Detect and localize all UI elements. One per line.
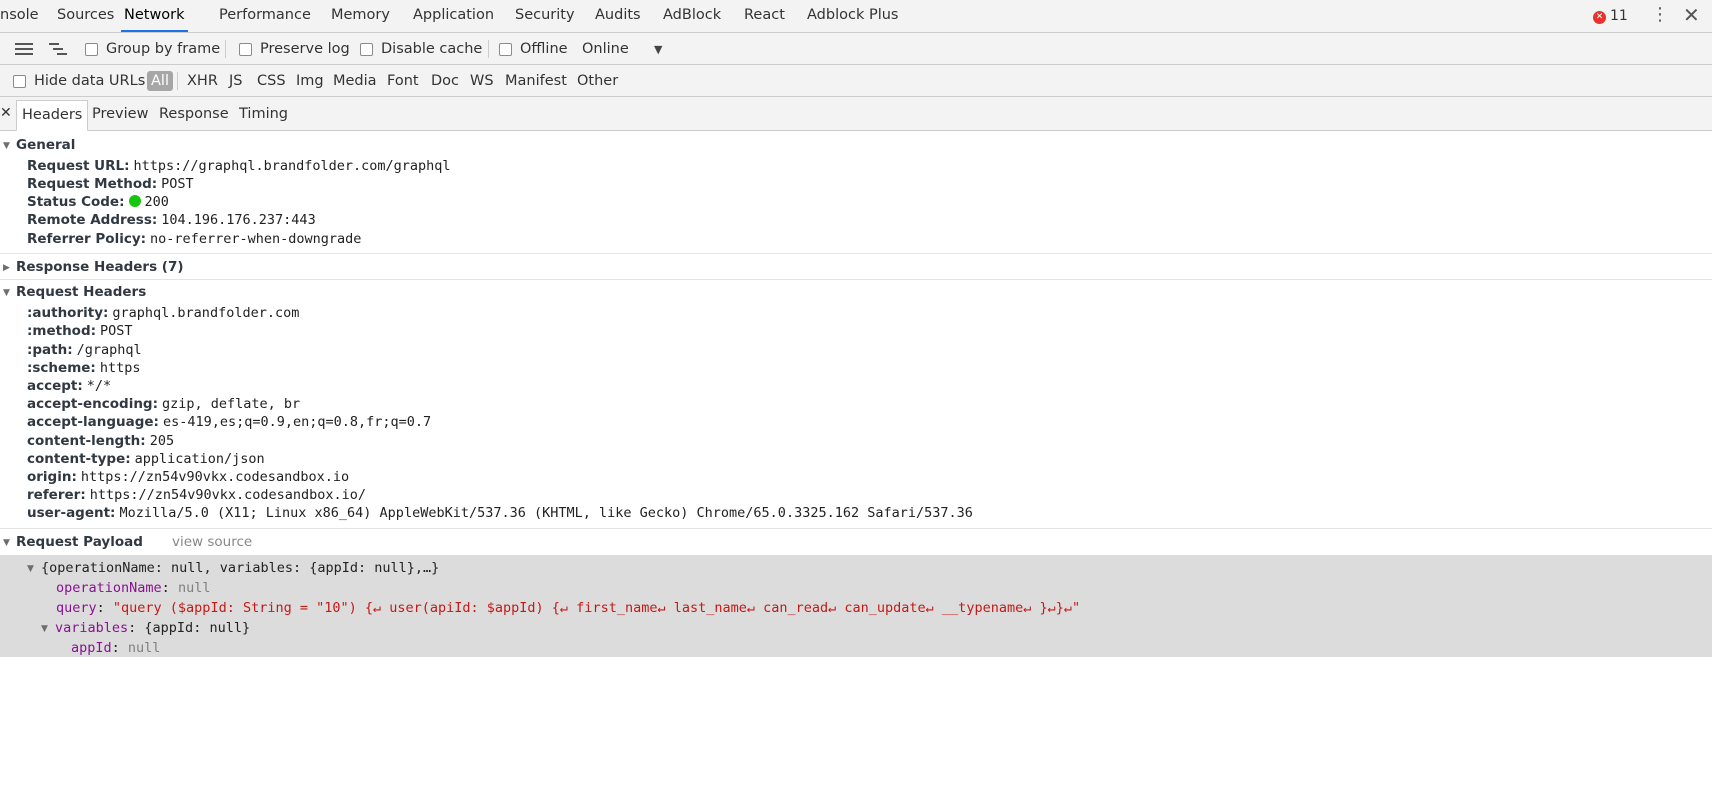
payload-variables-node[interactable]: ▼ variables: {appId: null} [41, 619, 250, 637]
offline-checkbox[interactable]: Offline [499, 33, 568, 65]
triangle-down-icon: ▼ [3, 538, 10, 548]
header-row: Remote Address: 104.196.176.237:443 [27, 212, 316, 228]
tab-preview[interactable]: Preview [92, 97, 148, 131]
request-headers-section-header[interactable]: ▼ Request Headers [0, 282, 146, 302]
overview-toggle[interactable] [49, 33, 67, 65]
tab-adblock-plus[interactable]: Adblock Plus [807, 0, 898, 32]
header-row: :path:/graphql [27, 342, 142, 358]
tab-headers[interactable]: Headers [16, 100, 89, 131]
tab-security[interactable]: Security [515, 0, 575, 32]
hide-data-urls-checkbox[interactable]: Hide data URLs [13, 65, 145, 97]
chevron-down-icon: ▼ [654, 42, 663, 56]
filter-divider [177, 72, 178, 90]
preserve-log-checkbox[interactable]: Preserve log [239, 33, 350, 65]
filter-img[interactable]: Img [296, 65, 324, 97]
filter-ws[interactable]: WS [470, 65, 494, 97]
throttling-dropdown-arrow[interactable]: ▼ [654, 33, 662, 65]
group-by-frame-checkbox[interactable]: Group by frame [85, 33, 220, 65]
large-rows-toggle[interactable] [15, 33, 33, 65]
filter-font[interactable]: Font [387, 65, 419, 97]
tab-performance[interactable]: Performance [219, 0, 311, 32]
checkbox-icon [85, 42, 98, 56]
tab-timing[interactable]: Timing [239, 97, 288, 131]
tab-console[interactable]: nsole [0, 0, 39, 32]
tab-response[interactable]: Response [159, 97, 229, 131]
filter-other[interactable]: Other [577, 65, 618, 97]
toolbar-divider [488, 40, 489, 58]
filter-css[interactable]: CSS [257, 65, 286, 97]
tab-adblock[interactable]: AdBlock [663, 0, 721, 32]
tab-memory[interactable]: Memory [331, 0, 390, 32]
tab-audits[interactable]: Audits [595, 0, 641, 32]
disable-cache-checkbox[interactable]: Disable cache [360, 33, 482, 65]
header-row: user-agent: Mozilla/5.0 (X11; Linux x86_6… [27, 505, 973, 521]
header-row: accept-language: es-419,es;q=0.9,en;q=0.8… [27, 414, 432, 430]
triangle-down-icon: ▼ [3, 288, 10, 298]
section-divider [0, 528, 1712, 529]
payload-property: appId: null [71, 640, 161, 656]
view-source-link[interactable]: view source [172, 532, 252, 552]
header-row: content-type: application/json [27, 451, 265, 467]
filter-js[interactable]: JS [229, 65, 242, 97]
status-ok-icon [128, 195, 141, 207]
checkbox-icon [13, 74, 26, 88]
tab-react[interactable]: React [744, 0, 785, 32]
waterfall-icon [49, 42, 67, 56]
header-row: :method: POST [27, 323, 133, 339]
payload-root-node[interactable]: ▼ {operationName: null, variables: {appId… [27, 559, 439, 577]
close-devtools-icon[interactable]: ✕ [1683, 3, 1700, 27]
triangle-down-icon: ▼ [27, 564, 34, 574]
header-row: Request URL: https://graphql.brandfolder.… [27, 158, 451, 174]
checkbox-icon [239, 42, 252, 56]
section-divider [0, 253, 1712, 254]
header-row: Referrer Policy: no-referrer-when-downgra… [27, 231, 362, 247]
header-row: origin: https://zn54v90vkx.codesandbox.io [27, 469, 350, 485]
triangle-down-icon: ▼ [3, 141, 10, 151]
error-count-badge[interactable]: ✕ 11 [1593, 7, 1628, 25]
header-row: :scheme: https [27, 360, 141, 376]
list-view-icon [15, 42, 33, 56]
checkbox-icon [499, 42, 512, 56]
network-toolbar: Group by frame Preserve log Disable cach… [0, 33, 1712, 65]
devtools-tab-bar: nsole Sources Network Performance Memory… [0, 0, 1712, 33]
request-detail-tabs: ✕ Headers Preview Response Timing [0, 97, 1712, 131]
header-row: content-length: 205 [27, 433, 175, 449]
payload-tree: ▼ {operationName: null, variables: {appId… [0, 555, 1712, 657]
tab-sources[interactable]: Sources [57, 0, 114, 32]
error-icon: ✕ [1593, 11, 1606, 24]
payload-property: operationName: null [56, 580, 211, 596]
filter-xhr[interactable]: XHR [187, 65, 218, 97]
filter-all[interactable]: All [147, 71, 173, 91]
section-divider [0, 279, 1712, 280]
header-row: referer: https://zn54v90vkx.codesandbox.i… [27, 487, 367, 503]
general-section-header[interactable]: ▼ General [0, 135, 75, 155]
request-payload-section-header[interactable]: ▼ Request Payload [0, 532, 143, 552]
header-row: accept-encoding: gzip, deflate, br [27, 396, 301, 412]
triangle-down-icon: ▼ [41, 624, 48, 634]
filter-bar: Hide data URLs All XHR JS CSS Img Media … [0, 65, 1712, 97]
checkbox-icon [360, 42, 373, 56]
close-detail-icon[interactable]: ✕ [0, 105, 12, 121]
filter-media[interactable]: Media [333, 65, 377, 97]
header-row: accept: */* [27, 378, 112, 394]
error-count: 11 [1610, 8, 1628, 24]
header-row: Status Code: 200 [27, 194, 169, 210]
payload-property: query: "query ($appId: String = "10") {↵… [56, 600, 1081, 616]
tab-network[interactable]: Network [121, 0, 188, 32]
header-row: Request Method: POST [27, 176, 194, 192]
throttling-select[interactable]: Online [582, 33, 629, 65]
toolbar-divider [225, 40, 226, 58]
response-headers-section-header[interactable]: ▶ Response Headers (7) [0, 257, 184, 277]
filter-manifest[interactable]: Manifest [505, 65, 567, 97]
more-options-icon[interactable]: ⋮ [1651, 5, 1669, 25]
triangle-right-icon: ▶ [3, 263, 10, 273]
header-row: :authority: graphql.brandfolder.com [27, 305, 300, 321]
tab-application[interactable]: Application [413, 0, 494, 32]
headers-panel: ▼ General Request URL: https://graphql.bra… [0, 131, 1712, 810]
filter-doc[interactable]: Doc [431, 65, 459, 97]
